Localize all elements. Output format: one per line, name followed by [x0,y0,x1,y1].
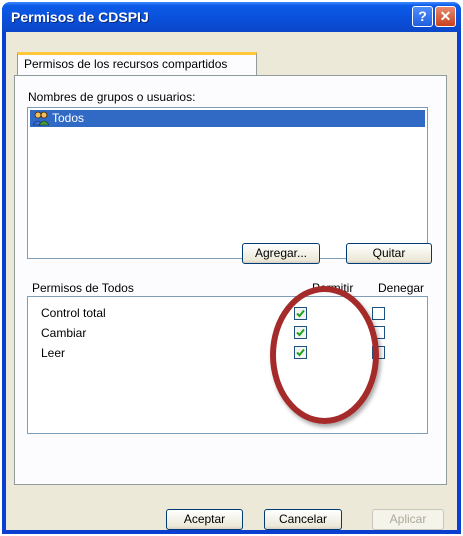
annotation-circle [270,286,379,424]
users-group-icon [33,111,49,126]
dialog-window: Permisos de CDSPIJ ? ✕ Permisos de los r… [2,2,461,534]
permissions-label: Permisos de Todos [32,281,134,295]
deny-column-header: Denegar [378,281,425,295]
permission-label-full-control: Control total [41,306,106,320]
deny-full-control-checkbox[interactable] [372,307,385,320]
permission-label-change: Cambiar [41,326,87,340]
list-item-label: Todos [52,111,85,125]
tab-shared-permissions[interactable]: Permisos de los recursos compartidos [17,52,257,76]
ok-button[interactable]: Aceptar [166,509,243,530]
list-item-todos[interactable]: Todos [30,110,425,127]
window-title: Permisos de CDSPIJ [11,9,149,25]
cancel-button[interactable]: Cancelar [264,509,342,530]
apply-button[interactable]: Aplicar [372,509,444,530]
help-button[interactable]: ? [412,6,433,27]
add-button[interactable]: Agregar... [242,243,320,264]
groups-label: Nombres de grupos o usuarios: [28,90,196,104]
close-button[interactable]: ✕ [435,6,456,27]
dialog-body: Permisos de los recursos compartidos Nom… [6,32,457,530]
permission-label-read: Leer [41,346,66,360]
close-icon: ✕ [439,8,452,24]
remove-button[interactable]: Quitar [346,243,432,264]
title-bar[interactable]: Permisos de CDSPIJ ? ✕ [2,2,461,32]
groups-listbox[interactable]: Todos [27,107,428,259]
